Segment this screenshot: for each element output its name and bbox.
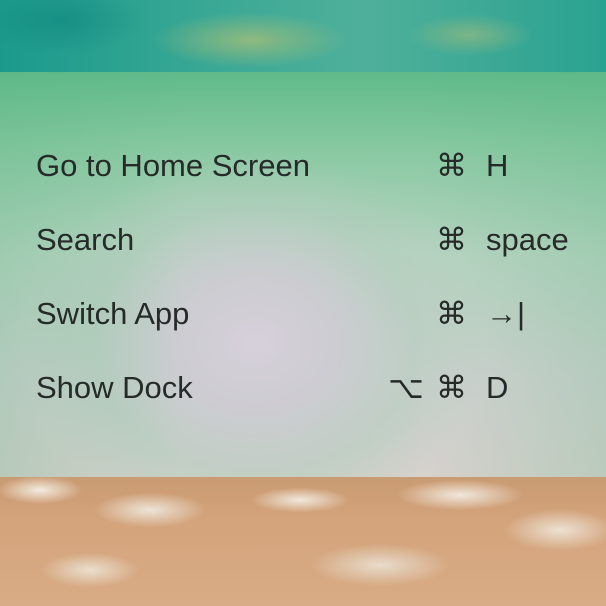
shortcut-row-home-screen[interactable]: Go to Home Screen ⌘ H — [36, 146, 576, 186]
shortcut-row-show-dock[interactable]: Show Dock ⌥ ⌘ D — [36, 368, 576, 408]
shortcut-row-search[interactable]: Search ⌘ space — [36, 220, 576, 260]
command-key-icon: ⌘ — [436, 148, 467, 183]
shortcut-key: D — [486, 370, 509, 405]
shortcut-label: Show Dock — [36, 370, 193, 405]
shortcut-label: Go to Home Screen — [36, 148, 310, 183]
shortcut-list: Go to Home Screen ⌘ H Search ⌘ space Swi… — [0, 72, 606, 477]
shortcut-label: Search — [36, 222, 135, 257]
command-key-icon: ⌘ — [436, 296, 467, 331]
tab-key-icon: →| — [486, 296, 526, 331]
keyboard-shortcuts-overlay: Go to Home Screen ⌘ H Search ⌘ space Swi… — [0, 72, 606, 477]
shortcut-key: H — [486, 148, 509, 183]
shortcut-label: Switch App — [36, 296, 190, 331]
command-key-icon: ⌘ — [436, 222, 467, 257]
command-key-icon: ⌘ — [436, 370, 467, 405]
wallpaper-shore — [0, 470, 606, 606]
option-key-icon: ⌥ — [388, 370, 424, 405]
shortcut-row-switch-app[interactable]: Switch App ⌘ →| — [36, 294, 576, 334]
shortcut-key: space — [486, 222, 569, 257]
